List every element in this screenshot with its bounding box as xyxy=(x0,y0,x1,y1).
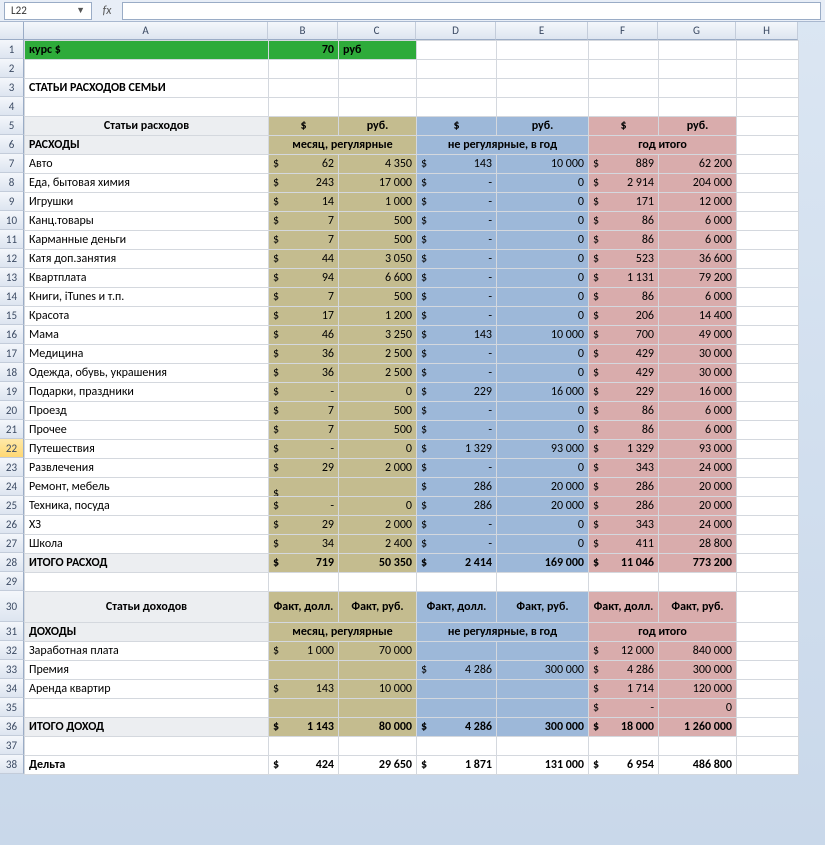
row-header-36[interactable]: 36 xyxy=(0,717,24,736)
row-header-11[interactable]: 11 xyxy=(0,230,24,249)
col-header-G[interactable]: G xyxy=(658,22,736,40)
formula-input[interactable] xyxy=(122,2,821,20)
col-header-D[interactable]: D xyxy=(416,22,496,40)
row-header-5[interactable]: 5 xyxy=(0,116,24,135)
row-header-32[interactable]: 32 xyxy=(0,641,24,660)
row-header-13[interactable]: 13 xyxy=(0,268,24,287)
row-header-21[interactable]: 21 xyxy=(0,420,24,439)
fx-icon[interactable]: fx xyxy=(98,4,116,18)
row-header-12[interactable]: 12 xyxy=(0,249,24,268)
col-header-H[interactable]: H xyxy=(736,22,798,40)
col-header-F[interactable]: F xyxy=(588,22,658,40)
row-header-28[interactable]: 28 xyxy=(0,553,24,572)
row-header-7[interactable]: 7 xyxy=(0,154,24,173)
name-box-dropdown-icon[interactable]: ▼ xyxy=(76,5,85,16)
select-all-corner[interactable] xyxy=(0,22,24,40)
row-header-31[interactable]: 31 xyxy=(0,622,24,641)
row-header-37[interactable]: 37 xyxy=(0,736,24,755)
row-header-23[interactable]: 23 xyxy=(0,458,24,477)
row-header-2[interactable]: 2 xyxy=(0,59,24,78)
row-header-14[interactable]: 14 xyxy=(0,287,24,306)
row-header-3[interactable]: 3 xyxy=(0,78,24,97)
row-header-15[interactable]: 15 xyxy=(0,306,24,325)
row-header-24[interactable]: 24 xyxy=(0,477,24,496)
col-header-A[interactable]: A xyxy=(24,22,268,40)
row-header-33[interactable]: 33 xyxy=(0,660,24,679)
row-header-30[interactable]: 30 xyxy=(0,591,24,622)
col-header-E[interactable]: E xyxy=(496,22,588,40)
row-header-26[interactable]: 26 xyxy=(0,515,24,534)
row-header-6[interactable]: 6 xyxy=(0,135,24,154)
col-header-C[interactable]: C xyxy=(338,22,416,40)
row-header-10[interactable]: 10 xyxy=(0,211,24,230)
row-header-25[interactable]: 25 xyxy=(0,496,24,515)
row-header-38[interactable]: 38 xyxy=(0,755,24,774)
row-header-29[interactable]: 29 xyxy=(0,572,24,591)
row-header-9[interactable]: 9 xyxy=(0,192,24,211)
row-header-35[interactable]: 35 xyxy=(0,698,24,717)
name-box-value: L22 xyxy=(11,4,27,17)
row-header-1[interactable]: 1 xyxy=(0,40,24,59)
grid[interactable]: курс $70рубСТАТЬИ РАСХОДОВ СЕМЬИСтатьи р… xyxy=(24,40,799,775)
formula-bar: L22 ▼ fx xyxy=(0,0,825,22)
row-header-18[interactable]: 18 xyxy=(0,363,24,382)
row-header-22[interactable]: 22 xyxy=(0,439,24,458)
row-header-34[interactable]: 34 xyxy=(0,679,24,698)
name-box[interactable]: L22 ▼ xyxy=(4,2,92,20)
row-header-27[interactable]: 27 xyxy=(0,534,24,553)
row-header-8[interactable]: 8 xyxy=(0,173,24,192)
row-header-20[interactable]: 20 xyxy=(0,401,24,420)
row-header-19[interactable]: 19 xyxy=(0,382,24,401)
row-header-16[interactable]: 16 xyxy=(0,325,24,344)
row-header-4[interactable]: 4 xyxy=(0,97,24,116)
col-header-B[interactable]: B xyxy=(268,22,338,40)
row-header-17[interactable]: 17 xyxy=(0,344,24,363)
